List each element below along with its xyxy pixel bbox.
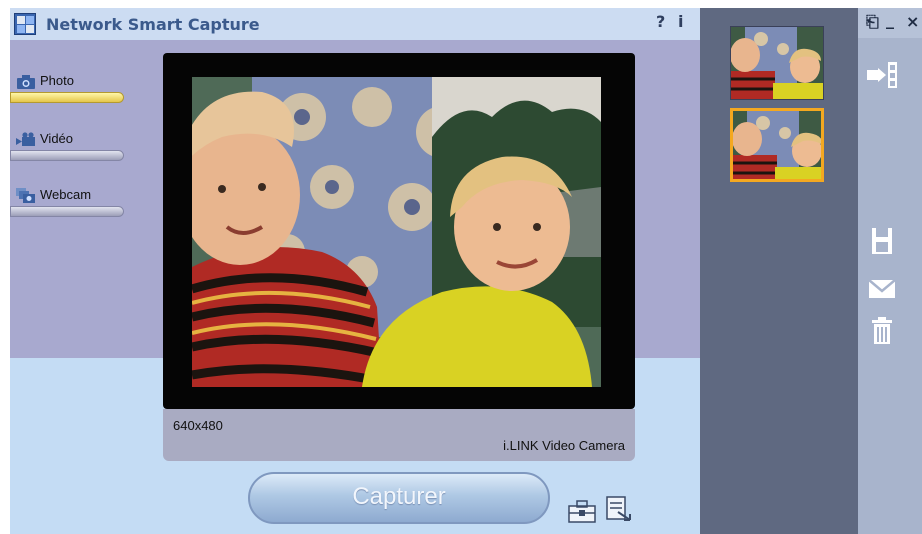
camera-name: i.LINK Video Camera — [503, 438, 625, 453]
app-window: Network Smart Capture ? i Photo Vidéo We… — [10, 8, 922, 534]
mode-photo-bar — [10, 92, 124, 103]
mode-video-label: Vidéo — [40, 131, 74, 146]
email-icon[interactable] — [866, 274, 898, 304]
thumbnail-2[interactable] — [730, 108, 824, 182]
webcam-icon — [16, 188, 35, 203]
save-icon[interactable] — [866, 226, 898, 256]
settings-toolbox-icon[interactable] — [567, 498, 597, 524]
mode-webcam[interactable]: Webcam — [10, 184, 126, 220]
mode-photo-label: Photo — [40, 73, 74, 88]
mode-photo[interactable]: Photo — [10, 70, 126, 106]
mode-video-bar — [10, 150, 124, 161]
edge-strip — [910, 38, 922, 534]
video-camera-icon — [16, 132, 35, 146]
mode-webcam-bar — [10, 206, 124, 217]
app-title: Network Smart Capture — [46, 15, 260, 34]
import-icon[interactable] — [866, 60, 898, 90]
capture-button[interactable]: Capturer — [248, 472, 550, 524]
app-logo — [14, 13, 36, 35]
thumbnail-1[interactable] — [730, 26, 824, 100]
help-icon[interactable]: ? — [656, 12, 665, 31]
resolution-text: 640x480 — [173, 418, 223, 433]
info-icon[interactable]: i — [678, 12, 683, 31]
window-close-button[interactable]: × — [906, 12, 919, 31]
window-minimize-button[interactable]: _ — [886, 10, 894, 29]
preview-image — [192, 77, 601, 387]
thumbnail-strip — [700, 8, 858, 534]
preview-frame — [163, 53, 635, 409]
mode-video[interactable]: Vidéo — [10, 128, 126, 164]
right-toolbar: ⎗ _ × — [858, 8, 922, 534]
trash-icon[interactable] — [866, 316, 898, 346]
preview-info-strip: 640x480 i.LINK Video Camera — [163, 409, 635, 461]
main-panel: Network Smart Capture ? i Photo Vidéo We… — [10, 8, 700, 534]
export-icon[interactable] — [604, 494, 634, 524]
mode-webcam-label: Webcam — [40, 187, 92, 202]
window-restore-button[interactable]: ⎗ — [866, 12, 879, 32]
window-controls: ⎗ _ × — [858, 8, 922, 38]
title-bar: Network Smart Capture ? i — [10, 8, 700, 40]
camera-icon — [17, 75, 35, 89]
